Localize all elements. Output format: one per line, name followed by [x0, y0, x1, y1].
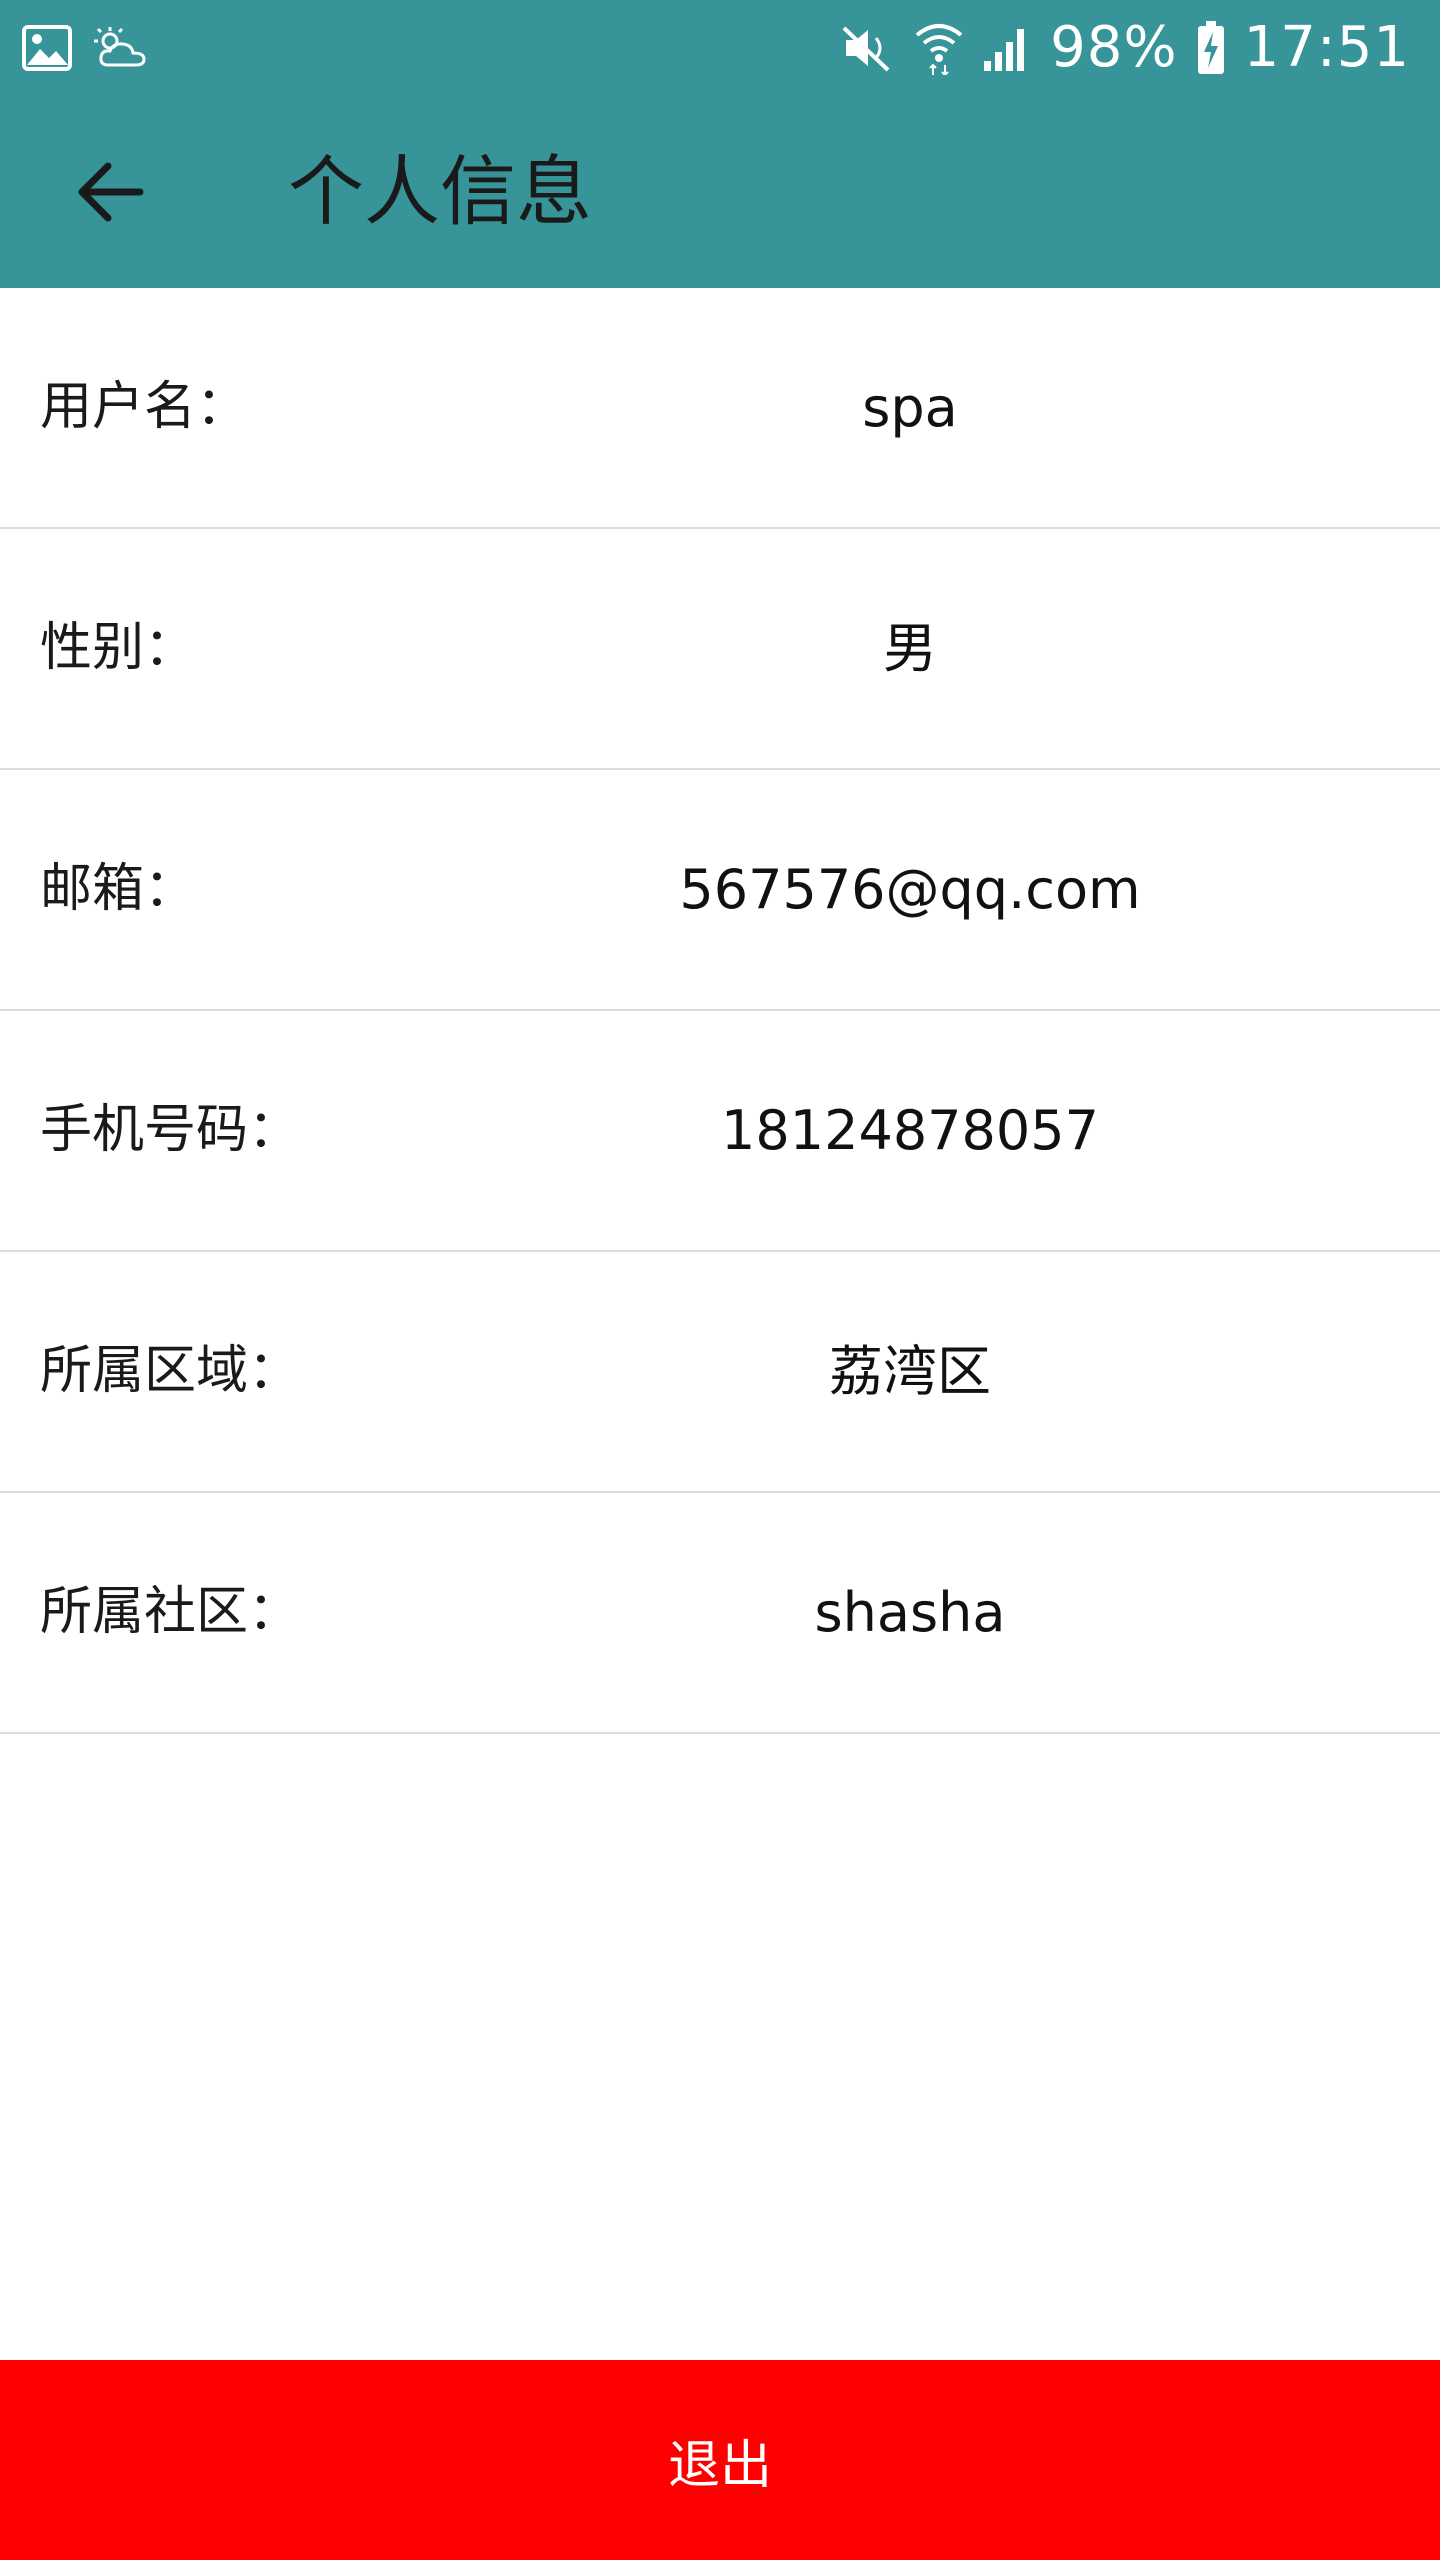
profile-info-list: 用户名： spa 性别： 男 邮箱： 567576@qq.com 手机号码： 1…: [0, 288, 1440, 1734]
email-label: 邮箱：: [40, 859, 197, 919]
district-label: 所属区域：: [40, 1341, 301, 1401]
row-community: 所属社区： shasha: [0, 1493, 1440, 1734]
app-bar: 个人信息: [0, 96, 1440, 288]
district-value: 荔湾区: [829, 1340, 991, 1403]
mute-icon: [840, 22, 896, 74]
image-icon: [22, 25, 72, 71]
battery-charging-icon: [1196, 20, 1226, 76]
profile-screen: 98% 17:51 个人信息 用户名： spa 性别： 男 邮箱： 567576…: [0, 0, 1440, 2560]
signal-icon: [982, 23, 1032, 73]
arrow-left-icon: [74, 160, 146, 224]
battery-percent: 98%: [1050, 15, 1178, 80]
community-value: shasha: [814, 1581, 1006, 1644]
status-left-icons: [22, 20, 150, 76]
page-title: 个人信息: [288, 147, 592, 236]
row-gender: 性别： 男: [0, 529, 1440, 770]
logout-button[interactable]: 退出: [0, 2360, 1440, 2560]
row-district: 所属区域： 荔湾区: [0, 1252, 1440, 1493]
back-button[interactable]: [60, 146, 160, 238]
community-label: 所属社区：: [40, 1582, 301, 1642]
phone-label: 手机号码：: [40, 1100, 301, 1160]
gender-value: 男: [883, 617, 937, 680]
username-value: spa: [862, 376, 958, 439]
status-right-icons: 98% 17:51: [840, 14, 1410, 82]
row-email: 邮箱： 567576@qq.com: [0, 770, 1440, 1011]
phone-value: 18124878057: [721, 1099, 1099, 1162]
gender-label: 性别：: [40, 618, 197, 678]
row-phone: 手机号码： 18124878057: [0, 1011, 1440, 1252]
row-username: 用户名： spa: [0, 288, 1440, 529]
status-bar: 98% 17:51: [0, 0, 1440, 96]
wifi-icon: [914, 21, 964, 75]
username-label: 用户名：: [40, 377, 249, 437]
weather-cloud-icon: [92, 25, 150, 71]
email-value: 567576@qq.com: [679, 858, 1141, 921]
clock: 17:51: [1243, 15, 1410, 80]
